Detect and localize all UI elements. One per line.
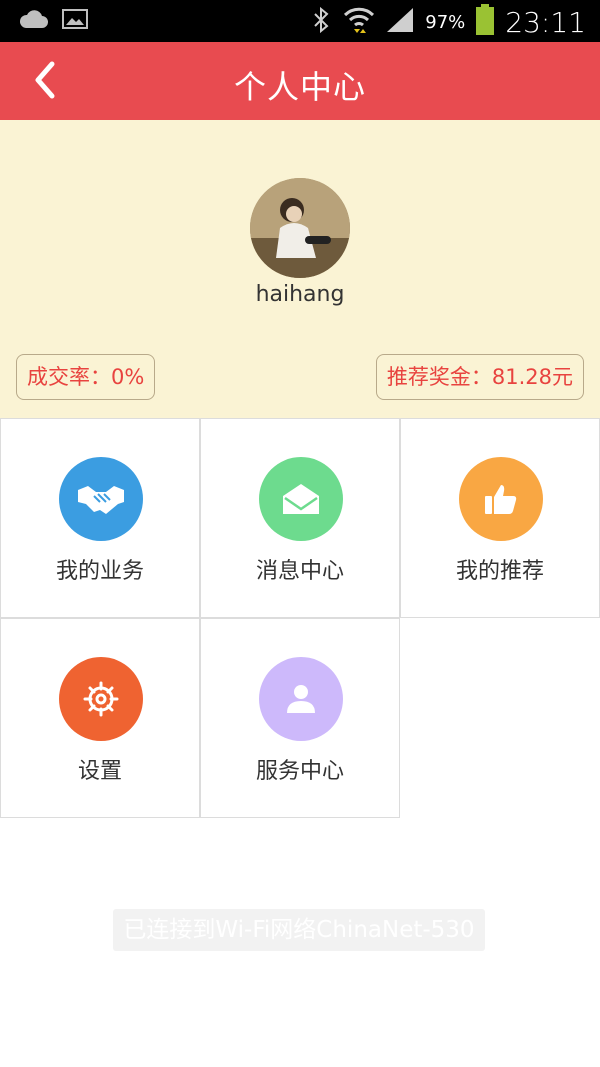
menu-item-message-center[interactable]: 消息中心 bbox=[200, 418, 400, 618]
menu-item-my-referrals[interactable]: 我的推荐 bbox=[400, 418, 600, 618]
battery-icon bbox=[475, 4, 495, 40]
app-bar: 个人中心 bbox=[0, 42, 600, 120]
battery-percent: 97% bbox=[425, 11, 466, 33]
cloud-icon bbox=[18, 8, 48, 34]
mail-icon bbox=[259, 457, 343, 541]
status-right: 97% 23:11 bbox=[311, 4, 586, 40]
avatar[interactable] bbox=[250, 178, 350, 278]
page-title: 个人中心 bbox=[233, 68, 366, 106]
clock: 23:11 bbox=[505, 5, 586, 39]
menu-label: 设置 bbox=[77, 759, 122, 784]
deal-rate-badge: 成交率：0% bbox=[16, 354, 156, 400]
profile-section: haihang 成交率：0% 推荐奖金：81.28元 bbox=[0, 120, 600, 418]
signal-icon bbox=[385, 6, 415, 38]
menu-label: 服务中心 bbox=[255, 759, 344, 784]
status-left bbox=[18, 8, 88, 34]
image-icon bbox=[62, 8, 88, 34]
wifi-toast: 已连接到Wi-Fi网络ChinaNet-530 bbox=[113, 909, 485, 951]
username: haihang bbox=[255, 282, 345, 307]
person-icon bbox=[259, 657, 343, 741]
handshake-icon bbox=[59, 457, 143, 541]
menu-item-settings[interactable]: 设置 bbox=[0, 618, 200, 818]
status-bar: 97% 23:11 bbox=[0, 0, 600, 42]
referral-bonus-badge[interactable]: 推荐奖金：81.28元 bbox=[375, 354, 584, 400]
avatar-photo bbox=[250, 178, 350, 278]
menu-label: 我的业务 bbox=[55, 559, 144, 584]
wifi-icon bbox=[343, 5, 375, 39]
gear-icon bbox=[59, 657, 143, 741]
thumbs-up-icon bbox=[459, 457, 543, 541]
menu-item-service-center[interactable]: 服务中心 bbox=[200, 618, 400, 818]
bluetooth-icon bbox=[311, 6, 333, 38]
menu-item-my-business[interactable]: 我的业务 bbox=[0, 418, 200, 618]
menu-label: 我的推荐 bbox=[455, 559, 544, 584]
menu-label: 消息中心 bbox=[255, 559, 344, 584]
